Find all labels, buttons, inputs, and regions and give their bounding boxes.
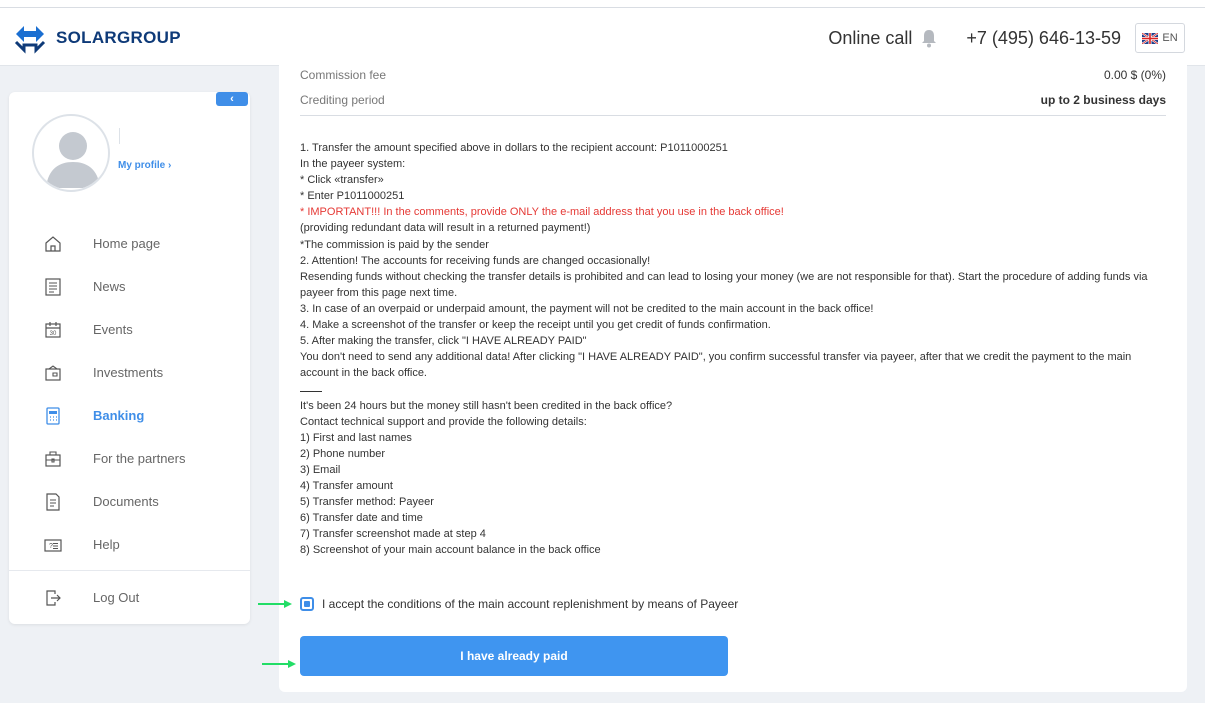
my-profile-link[interactable]: My profile › bbox=[118, 160, 171, 171]
commission-value: 0.00 $ (0%) bbox=[1103, 68, 1166, 82]
instructions-text: 1. Transfer the amount specified above i… bbox=[300, 140, 1170, 558]
language-selector[interactable]: EN bbox=[1135, 23, 1185, 53]
payment-instructions-panel: Commission fee 0.00 $ (0%) Crediting per… bbox=[279, 56, 1187, 692]
detail-item: 2) Phone number bbox=[300, 447, 385, 460]
news-icon bbox=[45, 277, 61, 296]
crediting-row: Crediting period up to 2 business days bbox=[300, 93, 1166, 107]
detail-item: 1) First and last names bbox=[300, 431, 412, 444]
sidebar-item-investments[interactable]: Investments bbox=[9, 351, 250, 394]
already-paid-button[interactable]: I have already paid bbox=[300, 636, 728, 676]
sidebar-item-banking[interactable]: Banking bbox=[9, 394, 250, 437]
header-right: Online call +7 (495) 646-13-59 EN bbox=[828, 22, 1185, 54]
green-arrow-icon bbox=[258, 600, 292, 608]
instruction-line: 3. In case of an overpaid or underpaid a… bbox=[300, 302, 874, 315]
logo[interactable]: SOLARGROUP bbox=[12, 20, 181, 56]
instruction-line: 5. After making the transfer, click "I H… bbox=[300, 335, 587, 348]
commission-label: Commission fee bbox=[300, 68, 387, 82]
detail-item: 4) Transfer amount bbox=[300, 479, 393, 492]
sidebar-item-documents[interactable]: Documents bbox=[9, 480, 250, 523]
instruction-line: In the payeer system: bbox=[300, 158, 406, 171]
accept-label[interactable]: I accept the conditions of the main acco… bbox=[322, 597, 738, 611]
partners-icon bbox=[45, 450, 61, 467]
home-icon bbox=[45, 235, 61, 252]
instruction-line: Contact technical support and provide th… bbox=[300, 415, 587, 428]
crediting-value: up to 2 business days bbox=[1040, 93, 1166, 107]
crediting-label: Crediting period bbox=[300, 93, 385, 107]
sidebar-item-home[interactable]: Home page bbox=[9, 222, 250, 265]
sidebar-divider bbox=[9, 570, 250, 571]
logout-label: Log Out bbox=[93, 590, 140, 605]
instruction-line: 4. Make a screenshot of the transfer or … bbox=[300, 319, 771, 332]
detail-item: 7) Transfer screenshot made at step 4 bbox=[300, 528, 486, 541]
accept-checkbox[interactable] bbox=[300, 597, 314, 611]
sidebar-item-label: News bbox=[93, 279, 126, 294]
sidebar-item-events[interactable]: 30 Events bbox=[9, 308, 250, 351]
green-arrow-icon bbox=[262, 660, 296, 668]
detail-item: 6) Transfer date and time bbox=[300, 512, 423, 525]
sidebar-item-label: Home page bbox=[93, 236, 161, 251]
instruction-line: Resending funds without checking the tra… bbox=[300, 270, 1148, 299]
detail-item: 8) Screenshot of your main account balan… bbox=[300, 544, 601, 557]
svg-text:30: 30 bbox=[50, 331, 57, 337]
important-warning: * IMPORTANT!!! In the comments, provide … bbox=[300, 206, 784, 219]
banking-icon bbox=[46, 406, 60, 425]
phone-number[interactable]: +7 (495) 646-13-59 bbox=[966, 28, 1121, 49]
sidebar-menu: Home page News 30 Events Investments Ban… bbox=[9, 222, 250, 566]
bell-icon bbox=[922, 30, 937, 48]
solargroup-logo-icon bbox=[14, 26, 46, 54]
investments-icon bbox=[45, 364, 61, 381]
instruction-line: * Enter P1011000251 bbox=[300, 190, 405, 203]
sidebar-item-label: Events bbox=[93, 322, 133, 337]
sidebar-item-news[interactable]: News bbox=[9, 265, 250, 308]
detail-item: 3) Email bbox=[300, 463, 341, 476]
sidebar-item-label: Documents bbox=[93, 494, 159, 509]
online-call-button[interactable]: Online call bbox=[828, 28, 938, 49]
help-icon: ? bbox=[44, 538, 62, 552]
instruction-line: *The commission is paid by the sender bbox=[300, 238, 489, 251]
separator-underline bbox=[300, 381, 1170, 397]
sidebar-item-label: Help bbox=[93, 537, 120, 552]
sidebar-item-label: Investments bbox=[93, 365, 164, 380]
window-top-border bbox=[0, 0, 1205, 8]
sidebar-item-label: Banking bbox=[93, 408, 145, 423]
already-paid-label: I have already paid bbox=[460, 649, 568, 663]
avatar[interactable] bbox=[32, 114, 110, 192]
brand-name: SOLARGROUP bbox=[56, 28, 181, 47]
instruction-line: (providing redundant data will result in… bbox=[300, 222, 591, 235]
calendar-icon: 30 bbox=[45, 321, 61, 338]
sidebar-item-label: For the partners bbox=[93, 451, 186, 466]
instruction-line: 2. Attention! The accounts for receiving… bbox=[300, 254, 651, 267]
detail-item: 5) Transfer method: Payeer bbox=[300, 496, 434, 509]
language-code: EN bbox=[1162, 32, 1178, 44]
logout-button[interactable]: Log Out bbox=[9, 576, 250, 619]
logout-section: Log Out bbox=[9, 576, 250, 619]
instruction-line: It's been 24 hours but the money still h… bbox=[300, 399, 673, 412]
profile-divider bbox=[119, 128, 120, 144]
svg-text:?: ? bbox=[49, 543, 53, 550]
sidebar: ‹ My profile › Home page News 30 Events … bbox=[9, 92, 250, 624]
logout-icon bbox=[46, 589, 61, 606]
online-call-label: Online call bbox=[828, 27, 913, 48]
uk-flag-icon bbox=[1142, 32, 1159, 44]
sidebar-item-partners[interactable]: For the partners bbox=[9, 437, 250, 480]
accept-conditions: I accept the conditions of the main acco… bbox=[300, 597, 738, 611]
user-placeholder-icon bbox=[46, 132, 100, 188]
content-divider bbox=[300, 115, 1166, 116]
chevron-left-icon: ‹ bbox=[230, 93, 234, 105]
instruction-line: * Click «transfer» bbox=[300, 174, 384, 187]
documents-icon bbox=[46, 492, 60, 511]
instruction-line: 1. Transfer the amount specified above i… bbox=[300, 142, 728, 154]
commission-row: Commission fee 0.00 $ (0%) bbox=[300, 68, 1166, 82]
collapse-sidebar-button[interactable]: ‹ bbox=[216, 92, 248, 106]
sidebar-item-help[interactable]: ? Help bbox=[9, 523, 250, 566]
instruction-line: You don't need to send any additional da… bbox=[300, 351, 1132, 380]
